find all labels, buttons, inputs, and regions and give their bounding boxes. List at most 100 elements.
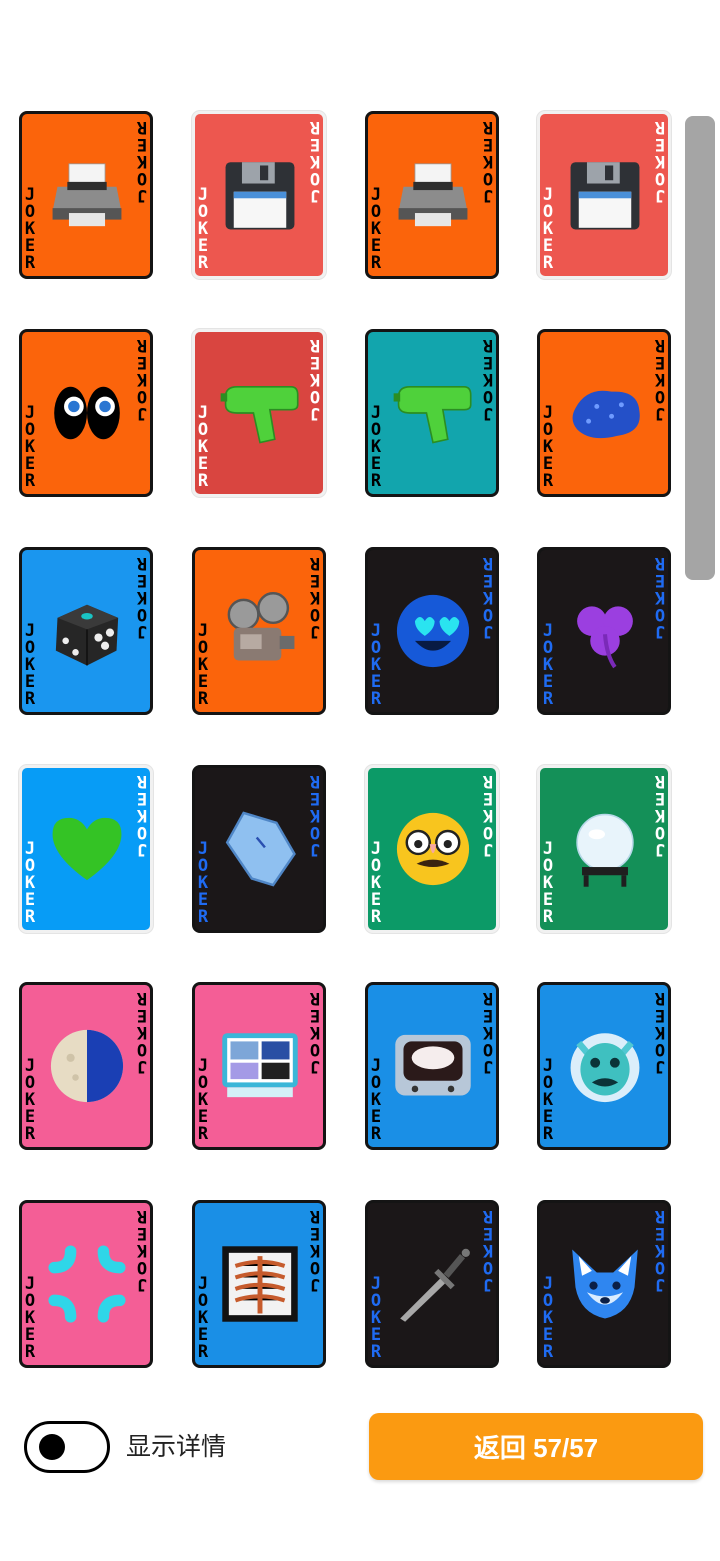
joker-card[interactable]: JOKER JOKER (537, 765, 671, 933)
joker-card[interactable]: JOKER JOKER (537, 547, 671, 715)
printer-icon (46, 142, 128, 248)
green-heart-icon (46, 796, 128, 902)
joker-card[interactable]: JOKER JOKER (537, 111, 671, 279)
printer-icon (392, 142, 474, 248)
joker-card[interactable]: JOKER JOKER (192, 1200, 326, 1368)
card-label-rotated: JOKER (136, 771, 148, 859)
card-label-rotated: JOKER (136, 117, 148, 205)
show-details-toggle[interactable] (24, 1421, 110, 1473)
card-label-rotated: JOKER (482, 117, 494, 205)
joker-card[interactable]: JOKER JOKER (19, 547, 153, 715)
card-label-rotated: JOKER (654, 771, 666, 859)
card-label: JOKER (542, 621, 554, 709)
card-label-rotated: JOKER (309, 988, 321, 1076)
joker-card[interactable]: JOKER JOKER (365, 111, 499, 279)
joker-card[interactable]: JOKER JOKER (365, 547, 499, 715)
water-pistol-icon (392, 360, 474, 466)
die-icon (46, 578, 128, 684)
card-label-rotated: JOKER (136, 1206, 148, 1294)
anger-symbol-icon (46, 1231, 128, 1337)
joker-card[interactable]: JOKER JOKER (365, 1200, 499, 1368)
card-label: JOKER (197, 1056, 209, 1144)
moon-icon (46, 1013, 128, 1119)
toggle-knob (39, 1434, 65, 1460)
card-label: JOKER (197, 403, 209, 491)
crystal-ball-icon (564, 796, 646, 902)
joker-card[interactable]: JOKER JOKER (537, 329, 671, 497)
card-label-rotated: JOKER (136, 988, 148, 1076)
shamrock-icon (564, 578, 646, 684)
card-label-rotated: JOKER (482, 335, 494, 423)
card-label: JOKER (24, 1056, 36, 1144)
card-label: JOKER (24, 621, 36, 709)
card-label-rotated: JOKER (654, 988, 666, 1076)
card-label-rotated: JOKER (136, 335, 148, 423)
card-grid: JOKER JOKER JOKER JOKER JOKER JOKER JOKER JOKER… (0, 0, 720, 1400)
film-projector-icon (219, 578, 301, 684)
sponge-icon (564, 360, 646, 466)
card-label-rotated: JOKER (482, 553, 494, 641)
dagger-icon (392, 1231, 474, 1337)
joker-card[interactable]: JOKER JOKER (19, 765, 153, 933)
joker-card[interactable]: JOKER JOKER (19, 982, 153, 1150)
card-label: JOKER (24, 185, 36, 273)
joker-card[interactable]: JOKER JOKER (537, 1200, 671, 1368)
joker-card[interactable]: JOKER JOKER (19, 111, 153, 279)
card-label-rotated: JOKER (482, 988, 494, 1076)
joker-card[interactable]: JOKER JOKER (365, 982, 499, 1150)
heart-eyes-face-icon (392, 578, 474, 684)
card-label: JOKER (370, 839, 382, 927)
card-label: JOKER (370, 1274, 382, 1362)
card-label: JOKER (197, 185, 209, 273)
card-label: JOKER (24, 839, 36, 927)
disguised-face-icon (392, 796, 474, 902)
card-label-rotated: JOKER (309, 117, 321, 205)
bento-box-icon (219, 1013, 301, 1119)
scrollbar[interactable] (685, 116, 715, 580)
card-label: JOKER (542, 403, 554, 491)
card-label: JOKER (24, 403, 36, 491)
card-label-rotated: JOKER (136, 553, 148, 641)
joker-card[interactable]: JOKER JOKER (192, 982, 326, 1150)
floppy-disk-icon (219, 142, 301, 248)
card-label-rotated: JOKER (309, 771, 321, 859)
card-label-rotated: JOKER (309, 553, 321, 641)
joker-card[interactable]: JOKER JOKER (192, 329, 326, 497)
card-label: JOKER (370, 1056, 382, 1144)
card-label-rotated: JOKER (654, 1206, 666, 1294)
joker-card[interactable]: JOKER JOKER (19, 329, 153, 497)
card-label-rotated: JOKER (309, 1206, 321, 1294)
card-label-rotated: JOKER (654, 553, 666, 641)
floppy-disk-icon (564, 142, 646, 248)
card-label: JOKER (542, 1056, 554, 1144)
joker-card[interactable]: JOKER JOKER (19, 1200, 153, 1368)
card-label: JOKER (542, 185, 554, 273)
card-label-rotated: JOKER (654, 117, 666, 205)
joker-card[interactable]: JOKER JOKER (192, 547, 326, 715)
back-button[interactable]: 返回 57/57 (369, 1413, 703, 1480)
joker-card[interactable]: JOKER JOKER (192, 111, 326, 279)
joker-card[interactable]: JOKER JOKER (192, 765, 326, 933)
card-label: JOKER (197, 839, 209, 927)
card-label: JOKER (370, 185, 382, 273)
fox-face-icon (564, 1231, 646, 1337)
card-label: JOKER (370, 621, 382, 709)
television-icon (392, 1013, 474, 1119)
x-ray-icon (219, 1231, 301, 1337)
card-label: JOKER (370, 403, 382, 491)
joker-card[interactable]: JOKER JOKER (365, 329, 499, 497)
card-label-rotated: JOKER (482, 771, 494, 859)
card-label: JOKER (542, 1274, 554, 1362)
card-label: JOKER (542, 839, 554, 927)
ogre-mask-icon (564, 1013, 646, 1119)
card-label-rotated: JOKER (482, 1206, 494, 1294)
card-label: JOKER (197, 1274, 209, 1362)
water-pistol-icon (219, 360, 301, 466)
coffin-icon (219, 796, 301, 902)
card-label: JOKER (197, 621, 209, 709)
joker-card[interactable]: JOKER JOKER (365, 765, 499, 933)
card-label-rotated: JOKER (309, 335, 321, 423)
card-label-rotated: JOKER (654, 335, 666, 423)
card-label: JOKER (24, 1274, 36, 1362)
joker-card[interactable]: JOKER JOKER (537, 982, 671, 1150)
